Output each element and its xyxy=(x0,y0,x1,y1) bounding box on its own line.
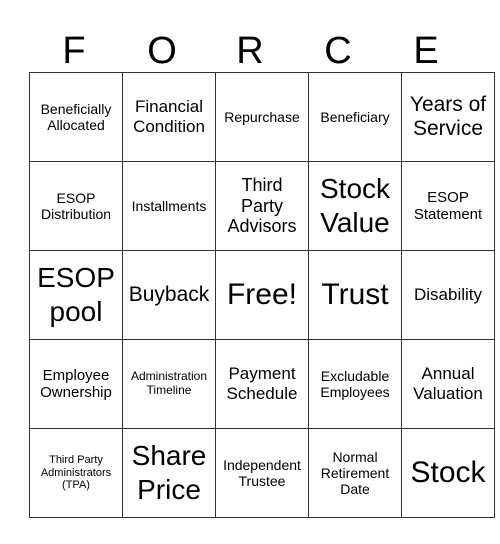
bingo-cell[interactable]: Excludable Employees xyxy=(308,339,402,429)
bingo-cell[interactable]: Normal Retirement Date xyxy=(308,428,402,518)
bingo-cell[interactable]: ESOP pool xyxy=(29,250,123,340)
free-space[interactable]: Free! xyxy=(215,250,309,340)
bingo-cell[interactable]: Stock xyxy=(401,428,495,518)
bingo-cell[interactable]: Trust xyxy=(308,250,402,340)
bingo-cell[interactable]: Installments xyxy=(122,161,216,251)
bingo-cell[interactable]: ESOP Statement xyxy=(401,161,495,251)
bingo-cell[interactable]: Buyback xyxy=(122,250,216,340)
header-letter: F xyxy=(62,30,86,72)
bingo-cell[interactable]: ESOP Distribution xyxy=(29,161,123,251)
bingo-row: Beneficially Allocated Financial Conditi… xyxy=(29,72,495,162)
bingo-cell[interactable]: Employee Ownership xyxy=(29,339,123,429)
header-letter: O xyxy=(147,30,177,72)
bingo-cell[interactable]: Annual Valuation xyxy=(401,339,495,429)
bingo-card: Beneficially Allocated Financial Conditi… xyxy=(29,72,495,518)
header-letter: E xyxy=(413,30,439,72)
bingo-cell[interactable]: Stock Value xyxy=(308,161,402,251)
bingo-row: Employee Ownership Administration Timeli… xyxy=(29,339,495,429)
header-letter: R xyxy=(236,30,264,72)
bingo-cell[interactable]: Third Party Advisors xyxy=(215,161,309,251)
bingo-cell[interactable]: Independent Trustee xyxy=(215,428,309,518)
bingo-cell[interactable]: Share Price xyxy=(122,428,216,518)
bingo-row: Third Party Administrators (TPA) Share P… xyxy=(29,428,495,518)
bingo-cell[interactable]: Third Party Administrators (TPA) xyxy=(29,428,123,518)
bingo-cell[interactable]: Financial Condition xyxy=(122,72,216,162)
bingo-cell[interactable]: Payment Schedule xyxy=(215,339,309,429)
bingo-cell[interactable]: Beneficially Allocated xyxy=(29,72,123,162)
bingo-cell[interactable]: Disability xyxy=(401,250,495,340)
bingo-cell[interactable]: Years of Service xyxy=(401,72,495,162)
bingo-row: ESOP pool Buyback Free! Trust Disability xyxy=(29,250,495,340)
bingo-cell[interactable]: Administration Timeline xyxy=(122,339,216,429)
bingo-cell[interactable]: Repurchase xyxy=(215,72,309,162)
bingo-header: F O R C E xyxy=(30,28,470,74)
bingo-cell[interactable]: Beneficiary xyxy=(308,72,402,162)
header-letter: C xyxy=(324,30,352,72)
bingo-row: ESOP Distribution Installments Third Par… xyxy=(29,161,495,251)
